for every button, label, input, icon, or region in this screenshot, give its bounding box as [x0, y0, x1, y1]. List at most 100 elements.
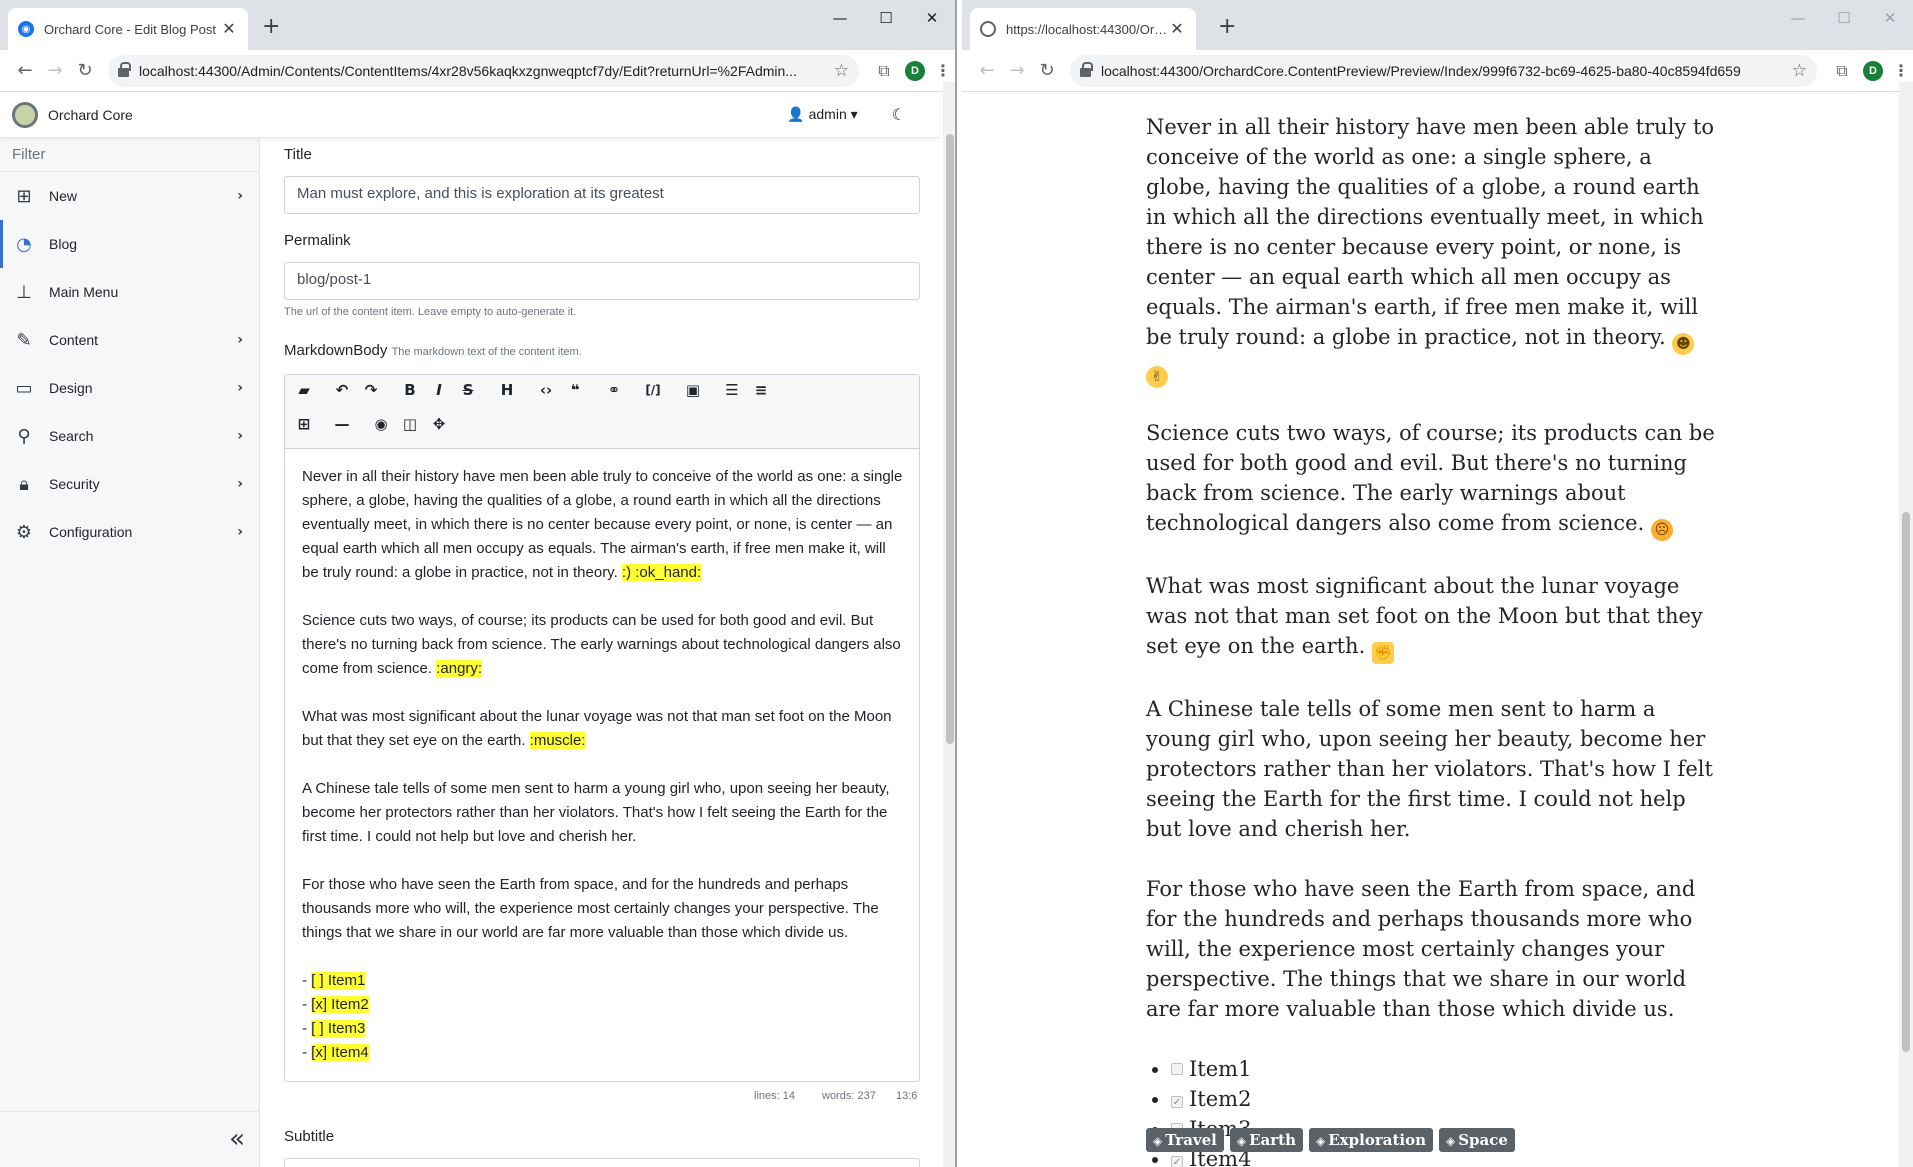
- title-input[interactable]: Man must explore, and this is exploratio…: [284, 176, 920, 214]
- sidebar-item-main-menu[interactable]: ⊥ Main Menu: [0, 268, 259, 316]
- sidebar-item-content[interactable]: ✎ Content ›: [0, 316, 259, 364]
- new-tab-button[interactable]: +: [1218, 14, 1236, 39]
- browser-menu-icon[interactable]: ⋮: [1889, 61, 1913, 80]
- heading-icon[interactable]: H: [493, 377, 521, 403]
- tab-strip: ◉ Orchard Core - Edit Blog Post ✕ + — ☐ …: [0, 0, 955, 50]
- tab-preview[interactable]: https://localhost:44300/OrchardC ✕: [970, 8, 1196, 50]
- table-icon[interactable]: ⊞: [290, 411, 318, 437]
- sidebar-item-configuration[interactable]: ⚙ Configuration ›: [0, 508, 259, 556]
- ok-hand-emoji-icon: ✌: [1146, 366, 1168, 388]
- sitemap-icon: ⊥: [16, 281, 32, 303]
- window-controls: — ☐ ✕: [1775, 4, 1913, 32]
- sidebar-item-blog[interactable]: ◔ Blog: [0, 220, 259, 268]
- image-icon[interactable]: ▣: [679, 377, 707, 403]
- forward-icon[interactable]: →: [40, 60, 70, 81]
- address-bar[interactable]: localhost:44300/OrchardCore.ContentPrevi…: [1070, 54, 1817, 87]
- permalink-input[interactable]: blog/post-1: [284, 262, 920, 300]
- unordered-list-icon[interactable]: ☰: [718, 377, 746, 403]
- admin-header: Orchard Core 👤 admin ▾ ☾: [0, 92, 940, 138]
- collapse-sidebar-icon[interactable]: «: [229, 1124, 245, 1154]
- side-by-side-icon[interactable]: ◫: [396, 411, 424, 437]
- preview-scrollbar[interactable]: [1899, 82, 1913, 1167]
- permalink-help: The url of the content item. Leave empty…: [284, 306, 577, 318]
- brand-name[interactable]: Orchard Core: [48, 107, 787, 123]
- search-icon: ⚲: [17, 425, 31, 447]
- italic-icon[interactable]: I: [425, 377, 453, 403]
- bookmark-star-icon[interactable]: ☆: [1792, 61, 1807, 81]
- sidebar-item-security[interactable]: 🔒︎ Security ›: [0, 460, 259, 508]
- orchard-logo-icon[interactable]: [12, 101, 38, 128]
- sidebar-item-new[interactable]: ⊞ New ›: [0, 172, 259, 220]
- minimize-icon[interactable]: —: [817, 4, 863, 32]
- code-icon[interactable]: ‹›: [532, 377, 560, 403]
- caret-down-icon: ▾: [850, 106, 858, 122]
- sidebar-item-search[interactable]: ⚲ Search ›: [0, 412, 259, 460]
- chevron-right-icon: ›: [237, 380, 243, 396]
- browser-menu-icon[interactable]: ⋮: [931, 61, 955, 80]
- bookmark-star-icon[interactable]: ☆: [834, 61, 849, 81]
- user-menu[interactable]: 👤 admin ▾: [787, 106, 857, 123]
- task-line: - [x] Item2: [302, 996, 369, 1013]
- strikethrough-icon[interactable]: S: [454, 377, 482, 403]
- maximize-icon[interactable]: ☐: [1821, 4, 1867, 32]
- extensions-icon[interactable]: ⧉: [869, 61, 899, 81]
- admin-browser-window: ◉ Orchard Core - Edit Blog Post ✕ + — ☐ …: [0, 0, 957, 1167]
- status-cursor: 13:6: [896, 1090, 918, 1102]
- markdown-textarea[interactable]: Never in all their history have men been…: [285, 449, 919, 1065]
- sidebar-item-label: Design: [49, 380, 93, 396]
- sidebar-item-design[interactable]: ▭ Design ›: [0, 364, 259, 412]
- preview-browser-window: https://localhost:44300/OrchardC ✕ + — ☐…: [962, 0, 1913, 1167]
- undo-icon[interactable]: ↶: [328, 377, 356, 403]
- markdown-toolbar: ▰ ↶ ↷ B I S H ‹› ❝ ⚭ [/] ▣ ☰ ≡ ⊞ — ◉ ◫ ✥: [285, 375, 919, 449]
- bold-icon[interactable]: B: [396, 377, 424, 403]
- orchard-favicon-icon: ◉: [18, 21, 34, 37]
- reload-icon[interactable]: ↻: [70, 60, 100, 81]
- address-bar[interactable]: localhost:44300/Admin/Contents/ContentIt…: [108, 54, 859, 87]
- link-icon[interactable]: ⚭: [600, 377, 628, 403]
- back-icon[interactable]: ←: [10, 60, 40, 81]
- tag-exploration[interactable]: ◈ Exploration: [1309, 1128, 1433, 1152]
- article-paragraph: A Chinese tale tells of some men sent to…: [1146, 697, 1713, 841]
- quote-icon[interactable]: ❝: [561, 377, 589, 403]
- markdown-editor: ▰ ↶ ↷ B I S H ‹› ❝ ⚭ [/] ▣ ☰ ≡ ⊞ — ◉ ◫ ✥: [284, 374, 920, 1082]
- tag-label: Exploration: [1328, 1131, 1426, 1149]
- editor-scrollbar[interactable]: [943, 82, 955, 1167]
- horizontal-rule-icon[interactable]: —: [328, 411, 356, 437]
- article-paragraph: Never in all their history have men been…: [1146, 112, 1716, 388]
- tag-icon: ◈: [1445, 1134, 1456, 1148]
- markdown-mode-icon[interactable]: ▰: [290, 377, 318, 403]
- permalink-label: Permalink: [284, 232, 351, 249]
- reload-icon[interactable]: ↻: [1032, 60, 1062, 81]
- tag-travel[interactable]: ◈ Travel: [1146, 1128, 1224, 1152]
- tag-earth[interactable]: ◈ Earth: [1229, 1128, 1304, 1152]
- tag-space[interactable]: ◈ Space: [1438, 1128, 1515, 1152]
- theme-toggle-moon-icon[interactable]: ☾: [892, 105, 906, 124]
- maximize-icon[interactable]: ☐: [863, 4, 909, 32]
- tab-strip: https://localhost:44300/OrchardC ✕ + — ☐…: [962, 0, 1913, 50]
- preview-eye-icon[interactable]: ◉: [367, 411, 395, 437]
- close-tab-icon[interactable]: ✕: [1168, 19, 1186, 39]
- tab-edit-blog-post[interactable]: ◉ Orchard Core - Edit Blog Post ✕: [8, 8, 248, 50]
- scrollbar-thumb[interactable]: [946, 134, 954, 744]
- extensions-icon[interactable]: ⧉: [1827, 61, 1857, 81]
- scrollbar-thumb[interactable]: [1902, 512, 1910, 1052]
- subtitle-label: Subtitle: [284, 1128, 335, 1145]
- ordered-list-icon[interactable]: ≡: [747, 377, 775, 403]
- new-tab-button[interactable]: +: [262, 14, 280, 39]
- profile-avatar[interactable]: D: [905, 60, 925, 81]
- subtitle-input[interactable]: [284, 1158, 920, 1167]
- profile-avatar[interactable]: D: [1863, 60, 1883, 81]
- task-text: [x] Item2: [311, 996, 369, 1013]
- sidebar-filter-input[interactable]: Filter: [0, 144, 259, 172]
- forward-icon[interactable]: →: [1002, 60, 1032, 81]
- fullscreen-icon[interactable]: ✥: [425, 411, 453, 437]
- task-checkbox-unchecked: [1171, 1063, 1183, 1075]
- back-icon[interactable]: ←: [972, 60, 1002, 81]
- close-window-icon[interactable]: ✕: [1867, 4, 1913, 32]
- shortcode-icon[interactable]: [/]: [639, 377, 667, 403]
- close-window-icon[interactable]: ✕: [909, 4, 955, 32]
- minimize-icon[interactable]: —: [1775, 4, 1821, 32]
- browser-toolbar: ← → ↻ localhost:44300/OrchardCore.Conten…: [962, 50, 1913, 92]
- close-tab-icon[interactable]: ✕: [220, 19, 238, 39]
- redo-icon[interactable]: ↷: [357, 377, 385, 403]
